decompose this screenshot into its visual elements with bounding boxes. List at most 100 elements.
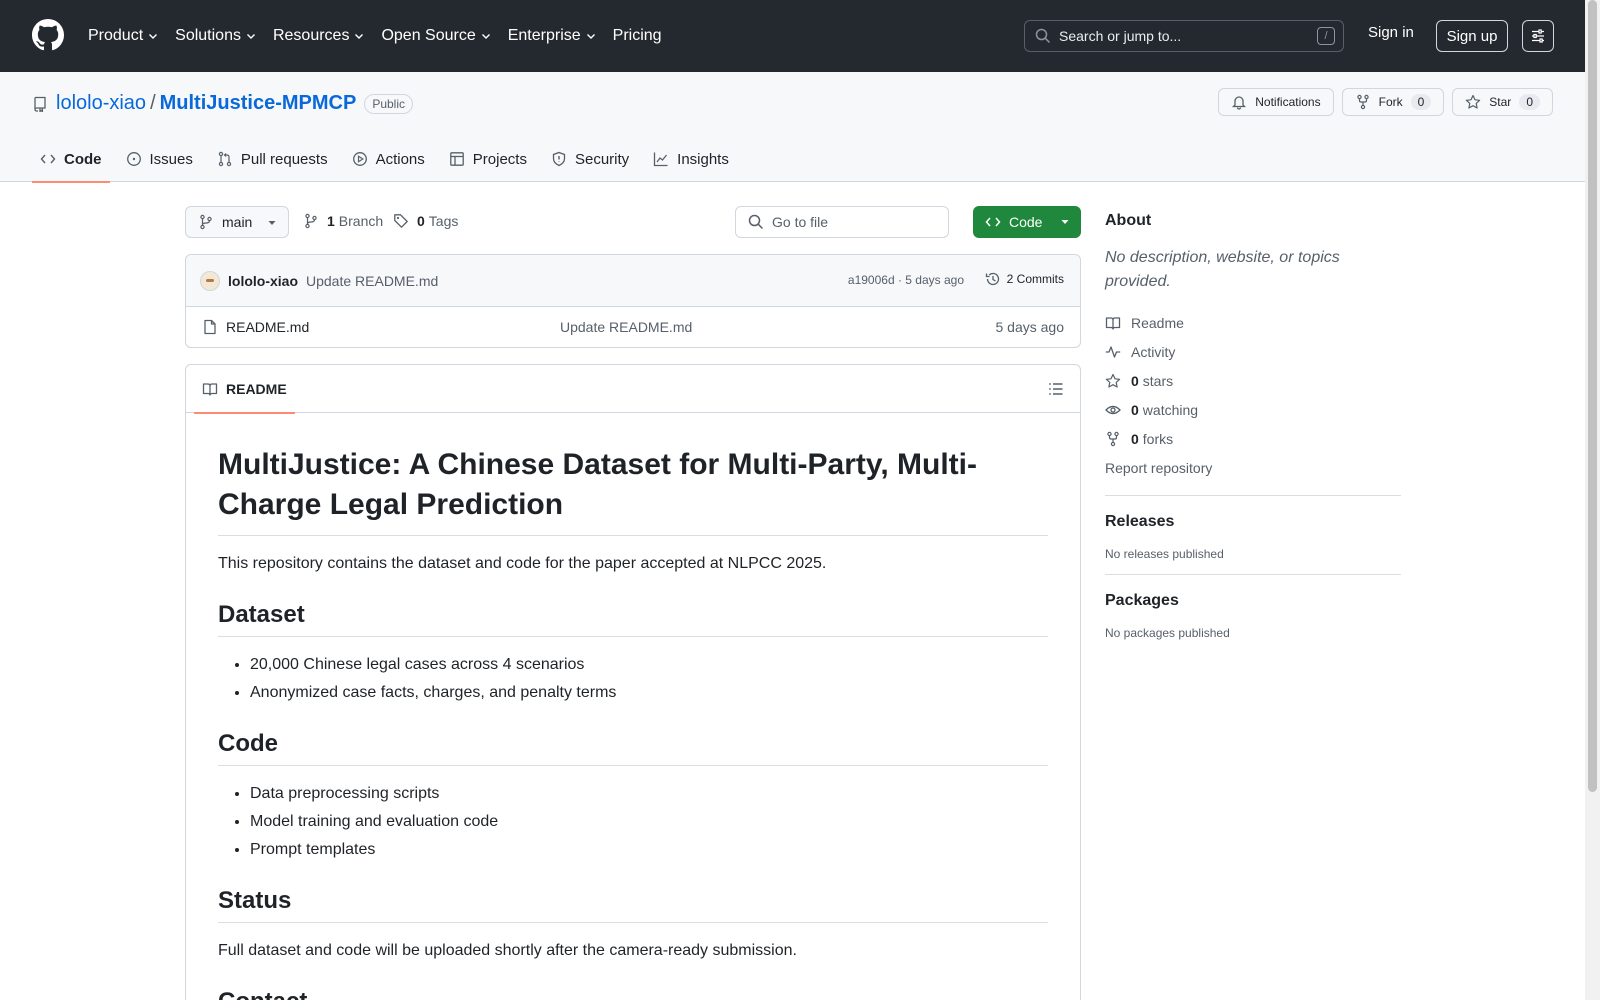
tab-projects[interactable]: Projects (441, 136, 535, 182)
nav-pricing[interactable]: Pricing (613, 27, 662, 45)
nav-solutions[interactable]: Solutions (175, 27, 257, 45)
packages-empty: No packages published (1105, 626, 1230, 640)
activity-link[interactable]: Activity (1105, 337, 1401, 366)
branch-select-button[interactable]: main (185, 206, 289, 238)
fork-icon (1356, 94, 1369, 110)
page-scrollbar[interactable] (1585, 0, 1600, 1000)
fork-button[interactable]: Fork 0 (1341, 88, 1445, 116)
tab-projects-label: Projects (472, 150, 527, 168)
play-icon (352, 152, 367, 166)
github-logo-icon[interactable] (32, 19, 64, 51)
global-header: Product Solutions Resources Open Source … (0, 0, 1585, 72)
dataset-list: 20,000 Chinese legal cases across 4 scen… (218, 653, 1048, 705)
file-name-link[interactable]: README.md (226, 319, 309, 335)
stars-link[interactable]: 0 stars (1105, 366, 1401, 395)
nav-open-source-label: Open Source (381, 27, 476, 44)
repo-tabs: Code Issues Pull requests Actions Projec… (32, 136, 745, 183)
settings-menu-button[interactable] (1522, 20, 1554, 52)
global-search-input[interactable]: Search or jump to... / (1024, 20, 1344, 52)
tag-count-label: Tags (428, 213, 459, 229)
branch-icon (305, 213, 317, 229)
list-item: Model training and evaluation code (250, 810, 1048, 834)
about-description: No description, website, or topics provi… (1105, 249, 1340, 290)
tab-pull-requests[interactable]: Pull requests (209, 136, 336, 182)
nav-open-source[interactable]: Open Source (381, 27, 491, 45)
nav-pricing-label: Pricing (612, 27, 662, 44)
code-icon (40, 154, 56, 164)
tags-link[interactable]: 0 Tags (393, 213, 458, 229)
commit-sha-date[interactable]: a19006d · 5 days ago (848, 273, 964, 287)
code-dropdown-button[interactable]: Code (973, 206, 1081, 238)
tab-security[interactable]: Security (543, 136, 637, 182)
commit-message-link[interactable]: Update README.md (306, 273, 438, 289)
commit-history-link[interactable]: 2 Commits (985, 271, 1064, 287)
table-icon (449, 152, 464, 166)
bell-icon (1232, 96, 1247, 110)
caret-down-icon (1061, 220, 1069, 224)
star-icon (1466, 94, 1481, 109)
dataset-heading: Dataset (218, 600, 1048, 637)
forks-count: 0 (1131, 430, 1139, 447)
scrollbar-thumb[interactable] (1588, 0, 1597, 792)
sidebar-divider (1105, 574, 1401, 575)
stars-label: stars (1142, 372, 1174, 389)
repo-header: lololo-xiao / MultiJustice-MPMCP Public … (0, 72, 1585, 183)
repo-main: main 1 Branch 0 Tags Go to file Code lol… (185, 206, 1081, 1000)
releases-title[interactable]: Releases (1105, 513, 1401, 531)
branch-name: main (222, 214, 253, 230)
status-text: Full dataset and code will be uploaded s… (218, 942, 797, 959)
pull-request-icon (218, 151, 232, 167)
readme-tab[interactable]: README (194, 365, 295, 414)
repo-icon (34, 96, 46, 112)
list-item: 20,000 Chinese legal cases across 4 scen… (250, 653, 1048, 677)
tab-actions[interactable]: Actions (344, 136, 433, 182)
search-icon (748, 214, 764, 230)
avatar[interactable] (200, 270, 220, 291)
commit-count: 2 Commits (1006, 272, 1064, 286)
fork-label: Fork (1378, 95, 1403, 109)
chevron-down-icon (355, 34, 364, 39)
sign-in-link[interactable]: Sign in (1368, 24, 1414, 41)
sign-up-button[interactable]: Sign up (1436, 20, 1508, 52)
nav-resources[interactable]: Resources (273, 27, 365, 45)
star-label: Star (1489, 95, 1512, 109)
list-item: Anonymized case facts, charges, and pena… (250, 681, 1048, 705)
tab-insights[interactable]: Insights (645, 136, 737, 182)
watching-link[interactable]: 0 watching (1105, 395, 1401, 424)
tab-code[interactable]: Code (32, 136, 110, 183)
table-row: README.md Update README.md 5 days ago (186, 307, 1080, 347)
star-button[interactable]: Star 0 (1452, 88, 1553, 116)
book-icon (1105, 316, 1121, 330)
branch-icon (200, 214, 212, 230)
branches-link[interactable]: 1 Branch (303, 213, 383, 229)
notifications-button[interactable]: Notifications (1218, 88, 1334, 116)
nav-enterprise[interactable]: Enterprise (508, 27, 597, 45)
sliders-icon (1532, 29, 1544, 43)
report-repository-link[interactable]: Report repository (1105, 453, 1401, 482)
readme-tab-label: README (226, 381, 287, 397)
readme-link[interactable]: Readme (1105, 308, 1401, 337)
repo-owner-link[interactable]: lololo-xiao (56, 92, 146, 115)
go-to-file-input[interactable]: Go to file (735, 206, 949, 238)
nav-product[interactable]: Product (88, 27, 159, 45)
star-icon (1105, 373, 1121, 388)
tab-issues[interactable]: Issues (118, 136, 201, 182)
repo-sidebar: About No description, website, or topics… (1105, 212, 1401, 640)
readme-link-label: Readme (1131, 314, 1184, 331)
repo-name-link[interactable]: MultiJustice-MPMCP (160, 92, 357, 115)
code-heading: Code (218, 729, 1048, 766)
repo-title: lololo-xiao / MultiJustice-MPMCP Public (32, 92, 413, 115)
list-outline-icon[interactable] (1048, 381, 1064, 397)
file-commit-message[interactable]: Update README.md (560, 319, 692, 335)
commit-author-link[interactable]: lololo-xiao (228, 273, 298, 289)
repo-actions: Notifications Fork 0 Star 0 (1210, 88, 1553, 116)
readme-title: MultiJustice: A Chinese Dataset for Mult… (218, 445, 1048, 536)
packages-title[interactable]: Packages (1105, 592, 1401, 610)
contact-heading: Contact (218, 987, 1048, 1000)
forks-link[interactable]: 0 forks (1105, 424, 1401, 453)
nav-enterprise-label: Enterprise (507, 27, 581, 44)
branch-count-label: Branch (338, 213, 384, 229)
fork-counter: 0 (1410, 94, 1432, 110)
status-heading: Status (218, 886, 1048, 923)
sidebar-divider (1105, 495, 1401, 496)
